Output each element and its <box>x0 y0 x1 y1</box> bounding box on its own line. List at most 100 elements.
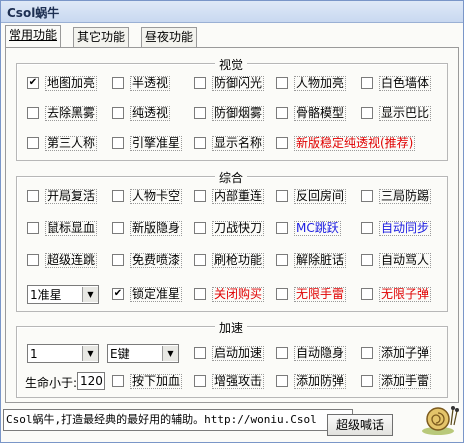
tab-other[interactable]: 其它功能 <box>73 27 130 47</box>
checkbox-general-items-14[interactable]: 自动骂人 <box>361 252 432 268</box>
checkbox-label: 开局复活 <box>45 188 98 204</box>
checkbox-speed-row1-1[interactable]: 自动隐身 <box>276 345 347 361</box>
checkbox-general-items-9[interactable]: 自动同步 <box>361 220 432 236</box>
checkbox-visual-items-6[interactable]: 纯透视 <box>112 105 171 121</box>
checkbox-box[interactable] <box>112 77 124 89</box>
checkbox-visual-items-5[interactable]: 去除黑雾 <box>27 105 98 121</box>
checkbox-general-items-8[interactable]: MC跳跃 <box>276 220 341 236</box>
checkbox-visual-items-11[interactable]: 引擎准星 <box>112 135 183 151</box>
checkbox-visual-items-2[interactable]: 防御闪光 <box>194 75 265 91</box>
checkbox-general-items-6[interactable]: 新版隐身 <box>112 220 183 236</box>
hp-input[interactable]: 120 <box>77 372 105 390</box>
checkbox-general-items-11[interactable]: 免费喷漆 <box>112 252 183 268</box>
checkbox-label: 添加子弹 <box>379 345 432 361</box>
checkbox-visual-items-9[interactable]: 显示巴比 <box>361 105 432 121</box>
checkbox-box[interactable] <box>194 107 206 119</box>
checkbox-box[interactable] <box>361 222 373 234</box>
checkbox-speed-row1-0[interactable]: 启动加速 <box>194 345 265 361</box>
checkbox-box[interactable] <box>112 137 124 149</box>
checkbox-box[interactable] <box>361 254 373 266</box>
checkbox-box[interactable] <box>194 222 206 234</box>
checkbox-visual-items-1[interactable]: 半透视 <box>112 75 171 91</box>
checkbox-box[interactable] <box>361 77 373 89</box>
checkbox-box[interactable] <box>361 347 373 359</box>
checkbox-box[interactable] <box>112 107 124 119</box>
checkbox-general-items-12[interactable]: 刷枪功能 <box>194 252 265 268</box>
checkbox-box[interactable] <box>276 137 288 149</box>
checkbox-box[interactable] <box>27 222 39 234</box>
checkbox-general-items-4[interactable]: 三局防踢 <box>361 188 432 204</box>
checkbox-box[interactable] <box>194 254 206 266</box>
checkbox-box[interactable] <box>112 190 124 202</box>
checkbox-general-items-3[interactable]: 反回房间 <box>276 188 347 204</box>
checkbox-box[interactable] <box>361 190 373 202</box>
checkbox-box[interactable] <box>361 107 373 119</box>
checkbox-box[interactable] <box>194 190 206 202</box>
chevron-down-icon[interactable]: ▼ <box>162 346 178 361</box>
checkbox-speed-row2-1[interactable]: 增强攻击 <box>194 373 265 389</box>
main-window: Csol蜗牛 常用功能 其它功能 昼夜功能 视觉 ✔ 地图加亮 半透视 防御闪光 人物加… <box>0 0 464 443</box>
title-bar[interactable]: Csol蜗牛 <box>1 1 463 23</box>
checkbox-box[interactable] <box>112 375 124 387</box>
tab-daynight[interactable]: 昼夜功能 <box>141 27 198 47</box>
checkbox-speed-row2-0[interactable]: 按下加血 <box>112 373 183 389</box>
checkbox-visual-items-4[interactable]: 白色墙体 <box>361 75 432 91</box>
checkbox-box[interactable] <box>361 375 373 387</box>
chevron-down-icon[interactable]: ▼ <box>82 346 98 361</box>
checkbox-general-items-0[interactable]: 开局复活 <box>27 188 98 204</box>
chevron-down-icon[interactable]: ▼ <box>82 287 98 302</box>
checkbox-speed-row2-2[interactable]: 添加防弹 <box>276 373 347 389</box>
checkbox-box[interactable] <box>27 107 39 119</box>
checkbox-general-items-1[interactable]: 人物卡空 <box>112 188 183 204</box>
checkbox-label: 引擎准星 <box>130 135 183 151</box>
checkbox-box[interactable] <box>276 190 288 202</box>
checkbox-box[interactable] <box>112 222 124 234</box>
aim-select[interactable]: 1准星 ▼ <box>27 285 99 304</box>
checkbox-general-row4-1[interactable]: 关闭购买 <box>194 286 265 302</box>
checkbox-box[interactable] <box>27 254 39 266</box>
checkbox-box[interactable] <box>276 288 288 300</box>
checkbox-box[interactable] <box>27 190 39 202</box>
checkbox-general-row4-0[interactable]: ✔ 锁定准星 <box>112 286 183 302</box>
checkbox-speed-row2-3[interactable]: 添加手雷 <box>361 373 432 389</box>
checkbox-visual-items-8[interactable]: 骨骼模型 <box>276 105 347 121</box>
checkbox-general-items-13[interactable]: 解除脏话 <box>276 252 347 268</box>
checkbox-box[interactable] <box>194 375 206 387</box>
checkbox-visual-items-3[interactable]: 人物加亮 <box>276 75 347 91</box>
checkbox-label: 鼠标显血 <box>45 220 98 236</box>
checkbox-box[interactable] <box>194 77 206 89</box>
checkbox-general-items-2[interactable]: 内部重连 <box>194 188 265 204</box>
checkbox-label: 启动加速 <box>212 345 265 361</box>
checkbox-box[interactable] <box>194 137 206 149</box>
checkbox-box[interactable] <box>361 288 373 300</box>
checkbox-visual-items-7[interactable]: 防御烟雾 <box>194 105 265 121</box>
checkmark-icon[interactable]: ✔ <box>27 77 39 89</box>
checkbox-label: 防御闪光 <box>212 75 265 91</box>
checkbox-general-items-5[interactable]: 鼠标显血 <box>27 220 98 236</box>
checkbox-speed-row1-2[interactable]: 添加子弹 <box>361 345 432 361</box>
speed-select[interactable]: 1 ▼ <box>27 344 99 363</box>
checkbox-box[interactable] <box>276 254 288 266</box>
checkbox-box[interactable] <box>27 137 39 149</box>
checkbox-visual-items-12[interactable]: 显示名称 <box>194 135 265 151</box>
checkbox-visual-items-0[interactable]: ✔ 地图加亮 <box>27 75 98 91</box>
checkbox-general-items-7[interactable]: 刀战快刀 <box>194 220 265 236</box>
checkbox-visual-items-10[interactable]: 第三人称 <box>27 135 98 151</box>
checkbox-visual-items-13[interactable]: 新版稳定纯透视(推荐) <box>276 135 416 151</box>
checkbox-general-items-10[interactable]: 超级连跳 <box>27 252 98 268</box>
tab-common[interactable]: 常用功能 <box>5 25 62 47</box>
checkbox-box[interactable] <box>276 347 288 359</box>
checkbox-box[interactable] <box>276 375 288 387</box>
shout-button[interactable]: 超级喊话 <box>327 414 393 436</box>
checkbox-box[interactable] <box>194 347 206 359</box>
checkbox-label: 反回房间 <box>294 188 347 204</box>
checkbox-box[interactable] <box>194 288 206 300</box>
checkbox-general-row4-3[interactable]: 无限子弹 <box>361 286 432 302</box>
checkbox-general-row4-2[interactable]: 无限手雷 <box>276 286 347 302</box>
checkmark-icon[interactable]: ✔ <box>112 288 124 300</box>
key-select[interactable]: E键 ▼ <box>107 344 179 363</box>
checkbox-box[interactable] <box>276 77 288 89</box>
checkbox-box[interactable] <box>112 254 124 266</box>
checkbox-box[interactable] <box>276 222 288 234</box>
checkbox-box[interactable] <box>276 107 288 119</box>
